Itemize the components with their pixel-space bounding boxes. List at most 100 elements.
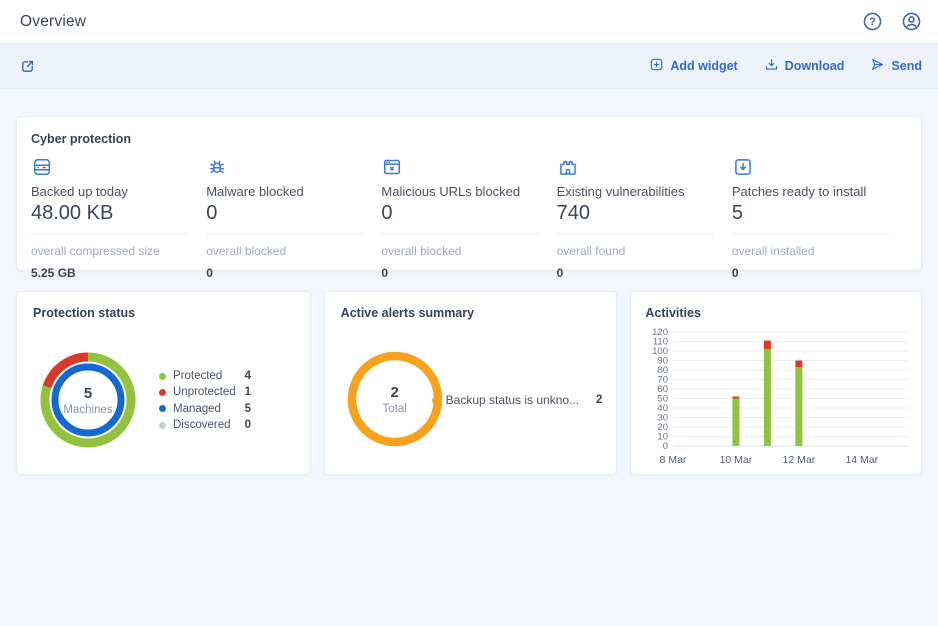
stat-malicious-urls-blocked[interactable]: Malicious URLs blocked 0 overall blocked… — [381, 156, 556, 280]
stat-existing-vulnerabilities[interactable]: Existing vulnerabilities 740 overall fou… — [557, 156, 732, 280]
svg-text:70: 70 — [658, 375, 669, 386]
legend-item-protected: Protected 4 — [159, 368, 251, 384]
svg-text:0: 0 — [663, 441, 668, 452]
activities-bar-chart: 01020304050607080901001101208 Mar10 Mar1… — [645, 328, 909, 473]
divider — [31, 234, 188, 235]
svg-text:30: 30 — [658, 413, 669, 424]
legend-label: Unprotected — [173, 386, 239, 398]
divider — [381, 234, 538, 235]
managed-dot-icon — [159, 405, 166, 412]
download-button[interactable]: Download — [764, 57, 845, 75]
stat-label: Malicious URLs blocked — [381, 184, 538, 199]
stat-subvalue: 0 — [557, 266, 714, 280]
active-alerts-widget: Active alerts summary 2 Total Backup sta… — [324, 291, 618, 475]
protection-status-legend: Protected 4 Unprotected 1 Managed 5 Disc… — [159, 368, 251, 433]
legend-item-unprotected: Unprotected 1 — [159, 384, 251, 400]
download-icon — [764, 57, 779, 75]
protection-status-title: Protection status — [33, 306, 294, 320]
legend-value: 4 — [245, 370, 251, 382]
fortress-icon — [557, 156, 579, 178]
protected-dot-icon — [159, 373, 166, 380]
app-header: Overview ? — [0, 0, 938, 44]
stat-patches-ready-to-install[interactable]: Patches ready to install 5 overall insta… — [732, 156, 907, 280]
send-label: Send — [891, 59, 922, 73]
svg-text:20: 20 — [658, 422, 669, 433]
stat-malware-blocked[interactable]: Malware blocked 0 overall blocked 0 — [206, 156, 381, 280]
activities-widget: Activities 01020304050607080901001101208… — [630, 291, 922, 475]
legend-label: Managed — [173, 403, 239, 415]
alert-dot-icon — [432, 397, 439, 404]
cyber-protection-stats: Backed up today 48.00 KB overall compres… — [31, 156, 907, 280]
machines-count: 5 — [84, 385, 92, 402]
divider — [557, 234, 714, 235]
open-in-new-window-icon[interactable] — [16, 55, 38, 77]
svg-text:40: 40 — [658, 403, 669, 414]
stat-label: Existing vulnerabilities — [557, 184, 714, 199]
stat-subvalue: 0 — [381, 266, 538, 280]
svg-text:120: 120 — [652, 328, 668, 338]
legend-value: 2 — [596, 394, 602, 406]
machines-label: Machines — [63, 404, 112, 416]
add-widget-icon — [649, 57, 664, 75]
stat-value: 5 — [732, 202, 889, 225]
stat-value: 0 — [381, 202, 538, 225]
add-widget-label: Add widget — [670, 59, 737, 73]
svg-text:100: 100 — [652, 346, 668, 357]
stat-subvalue: 5.25 GB — [31, 266, 188, 280]
stat-value: 48.00 KB — [31, 202, 188, 225]
legend-item-managed: Managed 5 — [159, 401, 251, 417]
legend-value: 5 — [245, 403, 251, 415]
svg-text:60: 60 — [658, 384, 669, 395]
stat-sublabel: overall installed — [732, 244, 889, 258]
svg-text:12 Mar: 12 Mar — [783, 454, 816, 466]
send-button[interactable]: Send — [870, 57, 922, 75]
stat-backed-up-today[interactable]: Backed up today 48.00 KB overall compres… — [31, 156, 206, 280]
divider — [732, 234, 889, 235]
page-title: Overview — [20, 13, 86, 31]
send-icon — [870, 57, 885, 75]
svg-text:90: 90 — [658, 356, 669, 367]
stat-sublabel: overall blocked — [206, 244, 363, 258]
cyber-protection-title: Cyber protection — [31, 132, 907, 146]
alerts-total-label: Total — [383, 403, 407, 415]
patch-install-icon — [732, 156, 754, 178]
active-alerts-legend: Backup status is unkno... 2 — [432, 392, 603, 408]
stat-label: Patches ready to install — [732, 184, 889, 199]
stat-label: Backed up today — [31, 184, 188, 199]
stat-label: Malware blocked — [206, 184, 363, 199]
dashboard-toolbar: Add widget Download Send — [0, 44, 938, 89]
svg-text:8 Mar: 8 Mar — [660, 454, 687, 466]
legend-label: Protected — [173, 370, 239, 382]
alerts-total-count: 2 — [391, 384, 399, 401]
blocked-url-icon — [381, 156, 403, 178]
svg-text:?: ? — [869, 16, 876, 28]
stat-value: 0 — [206, 202, 363, 225]
widget-row: Protection status 5 Machines Protected 4… — [16, 291, 922, 475]
unprotected-dot-icon — [159, 389, 166, 396]
stat-subvalue: 0 — [206, 266, 363, 280]
download-label: Download — [785, 59, 845, 73]
help-icon[interactable]: ? — [861, 11, 883, 33]
legend-label: Backup status is unkno... — [446, 393, 590, 407]
svg-text:10: 10 — [658, 432, 669, 443]
legend-item-backup-status-unknown: Backup status is unkno... 2 — [432, 392, 603, 408]
protection-status-donut: 5 Machines — [38, 350, 138, 450]
bug-icon — [206, 156, 228, 178]
stat-sublabel: overall found — [557, 244, 714, 258]
toolbar-actions: Add widget Download Send — [649, 57, 922, 75]
stat-sublabel: overall blocked — [381, 244, 538, 258]
activities-title: Activities — [645, 306, 907, 320]
donut-center: 2 Total — [345, 349, 445, 449]
legend-label: Discovered — [173, 419, 239, 431]
add-widget-button[interactable]: Add widget — [649, 57, 737, 75]
protection-status-widget: Protection status 5 Machines Protected 4… — [16, 291, 311, 475]
svg-text:10 Mar: 10 Mar — [720, 454, 753, 466]
stat-subvalue: 0 — [732, 266, 889, 280]
legend-value: 1 — [245, 386, 251, 398]
backup-drive-icon — [31, 156, 53, 178]
svg-text:50: 50 — [658, 394, 669, 405]
svg-text:14 Mar: 14 Mar — [846, 454, 879, 466]
header-icons: ? — [861, 11, 922, 33]
account-icon[interactable] — [900, 11, 922, 33]
active-alerts-title: Active alerts summary — [341, 306, 601, 320]
